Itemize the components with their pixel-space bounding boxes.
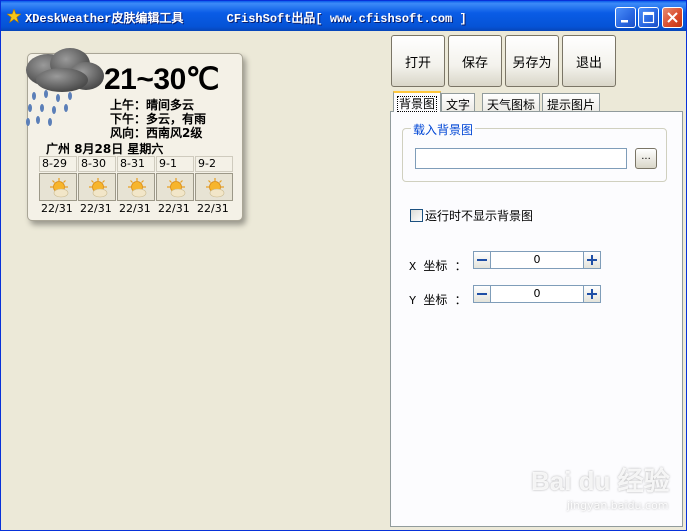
hide-background-checkbox[interactable] (410, 209, 423, 222)
x-decrement-button[interactable] (473, 251, 491, 269)
hide-background-option[interactable]: 运行时不显示背景图 (410, 207, 533, 224)
maximize-icon (642, 11, 655, 24)
save-as-button[interactable]: 另存为 (505, 35, 559, 87)
weather-skin-preview[interactable]: 21~30℃ 上午：晴间多云 下午：多云，有雨 风向：西南风2级 广州 8月28… (26, 48, 243, 221)
forecast-date: 9-2 (195, 156, 233, 172)
y-increment-button[interactable] (583, 285, 601, 303)
sun-cloud-icon (206, 178, 225, 198)
forecast-icon-box (195, 173, 233, 201)
sun-cloud-icon (167, 178, 186, 198)
minus-icon (477, 259, 487, 261)
plus-icon (587, 255, 597, 265)
group-title: 载入背景图 (411, 121, 476, 138)
app-star-icon (7, 9, 21, 23)
forecast-range: 22/31 (158, 202, 190, 215)
forecast-range: 22/31 (80, 202, 112, 215)
forecast-date: 8-29 (39, 156, 77, 172)
background-path-input[interactable] (415, 148, 627, 169)
load-background-group: 载入背景图 ... (402, 121, 667, 182)
x-coordinate-label: X 坐标 ： (409, 260, 467, 274)
forecast-range: 22/31 (41, 202, 73, 215)
minimize-button[interactable] (615, 7, 636, 28)
sun-cloud-icon (50, 178, 69, 198)
tab-background-label: 背景图 (396, 96, 438, 112)
rain-cloud-icon (26, 48, 104, 126)
forecast-range: 22/31 (119, 202, 151, 215)
browse-button[interactable]: ... (635, 148, 657, 169)
tab-background[interactable]: 背景图 (393, 91, 442, 112)
forecast-icon-box (156, 173, 194, 201)
exit-button[interactable]: 退出 (562, 35, 616, 87)
y-coordinate-stepper[interactable]: 0 (473, 285, 601, 303)
tab-tip-image[interactable]: 提示图片 (542, 93, 601, 112)
city-date: 广州 8月28日 星期六 (46, 142, 164, 156)
forecast-range: 22/31 (197, 202, 229, 215)
y-coordinate-value[interactable]: 0 (491, 285, 583, 303)
baidu-watermark-logo: Bai du 经验 (531, 466, 670, 496)
y-coordinate-label: Y 坐标 ： (409, 294, 467, 308)
sun-cloud-icon (89, 178, 108, 198)
forecast-date: 9-1 (156, 156, 194, 172)
forecast-date: 8-30 (78, 156, 116, 172)
window-title: XDeskWeather皮肤编辑工具 CFishSoft出品[ www.cfis… (25, 12, 467, 26)
maximize-button[interactable] (638, 7, 659, 28)
x-increment-button[interactable] (583, 251, 601, 269)
plus-icon (587, 289, 597, 299)
x-coordinate-stepper[interactable]: 0 (473, 251, 601, 269)
close-button[interactable] (662, 7, 683, 28)
sun-cloud-icon (128, 178, 147, 198)
minimize-icon (621, 20, 628, 23)
hide-background-label: 运行时不显示背景图 (425, 209, 534, 223)
temperature-range: 21~30℃ (104, 63, 219, 96)
wind-info: 风向：西南风2级 (110, 126, 203, 140)
close-icon (667, 12, 678, 23)
forecast-date: 8-31 (117, 156, 155, 172)
minus-icon (477, 293, 487, 295)
y-decrement-button[interactable] (473, 285, 491, 303)
forecast-icon-box (39, 173, 77, 201)
x-coordinate-value[interactable]: 0 (491, 251, 583, 269)
forecast-icon-box (117, 173, 155, 201)
baidu-watermark-url: jingyan.baidu.com (567, 499, 669, 512)
save-button[interactable]: 保存 (448, 35, 502, 87)
app-window: XDeskWeather皮肤编辑工具 CFishSoft出品[ www.cfis… (0, 0, 687, 531)
tab-weather-icon[interactable]: 天气图标 (482, 93, 541, 112)
open-button[interactable]: 打开 (391, 35, 445, 87)
tab-text[interactable]: 文字 (441, 93, 476, 112)
forecast-icon-box (78, 173, 116, 201)
title-bar[interactable]: XDeskWeather皮肤编辑工具 CFishSoft出品[ www.cfis… (1, 1, 686, 31)
